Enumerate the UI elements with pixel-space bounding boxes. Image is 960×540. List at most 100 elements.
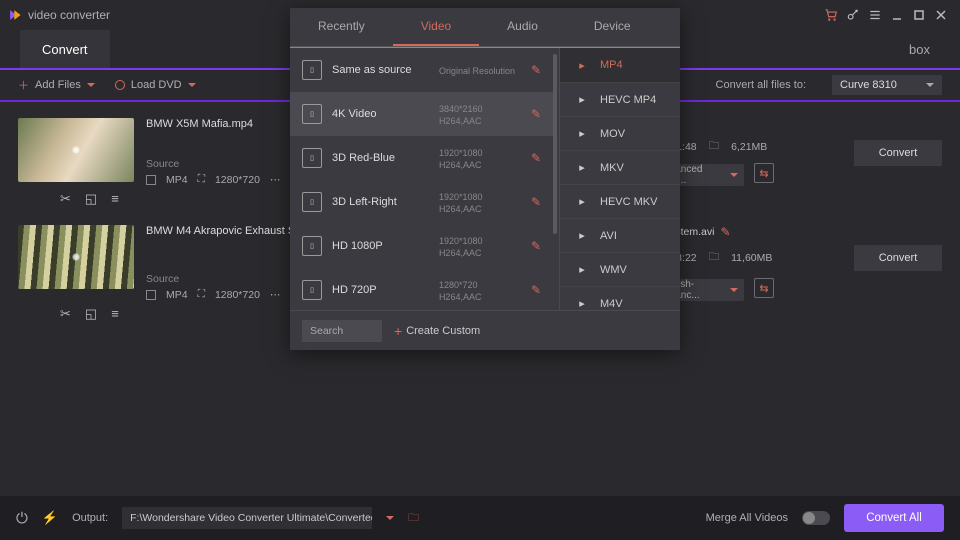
preset-edit-icon[interactable]: ✎: [531, 195, 541, 209]
preset-codec: H264,AAC: [439, 292, 525, 302]
preset-options-button[interactable]: ⇆: [754, 278, 774, 298]
adjust-icon[interactable]: ≡: [111, 306, 119, 322]
format-name: HEVC MP4: [600, 94, 656, 106]
app-title: video converter: [28, 8, 110, 22]
flash-icon[interactable]: ⚡: [42, 510, 58, 526]
preset-icon: ▯: [302, 148, 322, 168]
close-button[interactable]: [930, 4, 952, 26]
merge-toggle[interactable]: [802, 511, 830, 525]
format-name: WMV: [600, 264, 627, 276]
format-icon: ▸: [574, 195, 590, 209]
format-row[interactable]: ▸MOV: [560, 116, 680, 150]
format-row[interactable]: ▸ WMV: [560, 252, 680, 286]
preset-edit-icon[interactable]: ✎: [531, 239, 541, 253]
maximize-button[interactable]: [908, 4, 930, 26]
minimize-button[interactable]: [886, 4, 908, 26]
output-path-field[interactable]: F:\Wondershare Video Converter Ultimate\…: [122, 507, 372, 529]
output-label: Output:: [72, 512, 108, 524]
expand-icon: ⛶: [198, 173, 205, 186]
folder-icon: 🗀: [709, 249, 720, 267]
add-files-button[interactable]: ＋Add Files: [18, 77, 95, 93]
output-path-dropdown[interactable]: [386, 516, 394, 520]
key-icon[interactable]: [842, 4, 864, 26]
adjust-icon[interactable]: ≡: [111, 191, 119, 207]
format-row[interactable]: ▸HEVC MKV: [560, 184, 680, 218]
format-row[interactable]: ▸ MP4: [560, 48, 680, 82]
format-icon: ▸: [574, 297, 590, 311]
source-format: MP4: [166, 289, 188, 301]
popup-tab-recently[interactable]: Recently: [290, 8, 393, 46]
cut-icon[interactable]: ✂: [60, 306, 71, 322]
app-logo: [8, 8, 22, 22]
video-thumbnail[interactable]: [18, 118, 134, 182]
preset-name: 4K Video: [332, 108, 439, 120]
preset-icon: ▯: [302, 60, 322, 80]
edit-icon[interactable]: ✎: [720, 225, 730, 239]
preset-edit-icon[interactable]: ✎: [531, 107, 541, 121]
format-row[interactable]: ▸ MKV: [560, 150, 680, 184]
output-size: 6,21MB: [731, 141, 767, 153]
popup-tab-device[interactable]: Device: [566, 8, 659, 46]
preset-row[interactable]: ▯ HD 720P 1280*720H264,AAC ✎: [290, 268, 553, 310]
preset-codec: H264,AAC: [439, 116, 525, 126]
open-folder-icon[interactable]: 🗀: [408, 509, 419, 528]
search-input[interactable]: Search: [302, 320, 382, 342]
format-name: MOV: [600, 128, 625, 140]
format-icon: [146, 290, 156, 300]
preset-name: HD 720P: [332, 284, 439, 296]
format-name: MKV: [600, 162, 624, 174]
load-dvd-button[interactable]: Load DVD: [115, 79, 196, 91]
preset-row[interactable]: ▯ 3D Red-Blue 1920*1080H264,AAC ✎: [290, 136, 553, 180]
shutdown-icon[interactable]: ⏻: [16, 510, 28, 527]
format-icon: ▸: [574, 263, 590, 277]
preset-edit-icon[interactable]: ✎: [531, 63, 541, 77]
format-list: ▸MP4▸HEVC MP4▸MOV▸MKV▸HEVC MKV▸AVI▸WMV▸M…: [560, 48, 680, 310]
preset-edit-icon[interactable]: ✎: [531, 151, 541, 165]
video-thumbnail[interactable]: [18, 225, 134, 289]
more-icon[interactable]: ⋯: [270, 174, 281, 186]
preset-resolution: 1920*1080: [439, 236, 525, 246]
tab-toolbox[interactable]: box: [887, 30, 960, 68]
preset-list: ▯ Same as source Original Resolution ✎▯ …: [290, 48, 560, 310]
cut-icon[interactable]: ✂: [60, 191, 71, 207]
convert-all-preset-dropdown[interactable]: Curve 8310: [832, 75, 942, 95]
preset-resolution: 1920*1080: [439, 148, 525, 158]
preset-codec: H264,AAC: [439, 204, 525, 214]
popup-tab-video[interactable]: Video: [393, 8, 479, 46]
preset-row[interactable]: ▯ Same as source Original Resolution ✎: [290, 48, 553, 92]
preset-edit-icon[interactable]: ✎: [531, 283, 541, 297]
format-icon: ▸: [574, 58, 590, 72]
format-row[interactable]: ▸M4V: [560, 286, 680, 310]
preset-row[interactable]: ▯ 4K Video 3840*2160H264,AAC ✎: [290, 92, 553, 136]
preset-codec: H264,AAC: [439, 248, 525, 258]
preset-row[interactable]: ▯ 3D Left-Right 1920*1080H264,AAC ✎: [290, 180, 553, 224]
preset-name: HD 1080P: [332, 240, 439, 252]
crop-icon[interactable]: ◱: [85, 191, 97, 207]
format-row[interactable]: ▸ HEVC MP4: [560, 82, 680, 116]
convert-button[interactable]: Convert: [854, 245, 942, 271]
popup-tab-audio[interactable]: Audio: [479, 8, 566, 46]
convert-all-button[interactable]: Convert All: [844, 504, 944, 532]
more-icon[interactable]: ⋯: [270, 289, 281, 301]
merge-label: Merge All Videos: [706, 512, 788, 524]
format-name: AVI: [600, 230, 617, 242]
preset-codec: H264,AAC: [439, 160, 525, 170]
preset-options-button[interactable]: ⇆: [754, 163, 774, 183]
footer: ⏻ ⚡ Output: F:\Wondershare Video Convert…: [0, 496, 960, 540]
convert-button[interactable]: Convert: [854, 140, 942, 166]
folder-icon: 🗀: [709, 138, 720, 156]
menu-icon[interactable]: [864, 4, 886, 26]
format-name: MP4: [600, 59, 623, 71]
format-row[interactable]: ▸AVI: [560, 218, 680, 252]
preset-row[interactable]: ▯ HD 1080P 1920*1080H264,AAC ✎: [290, 224, 553, 268]
source-resolution: 1280*720: [215, 289, 260, 301]
create-custom-button[interactable]: +Create Custom: [394, 323, 480, 339]
tab-convert[interactable]: Convert: [20, 30, 110, 68]
format-icon: [146, 175, 156, 185]
crop-icon[interactable]: ◱: [85, 306, 97, 322]
format-icon: ▸: [574, 93, 590, 107]
format-icon: ▸: [574, 161, 590, 175]
cart-icon[interactable]: [820, 4, 842, 26]
preset-icon: ▯: [302, 192, 322, 212]
scrollbar[interactable]: [553, 54, 557, 234]
